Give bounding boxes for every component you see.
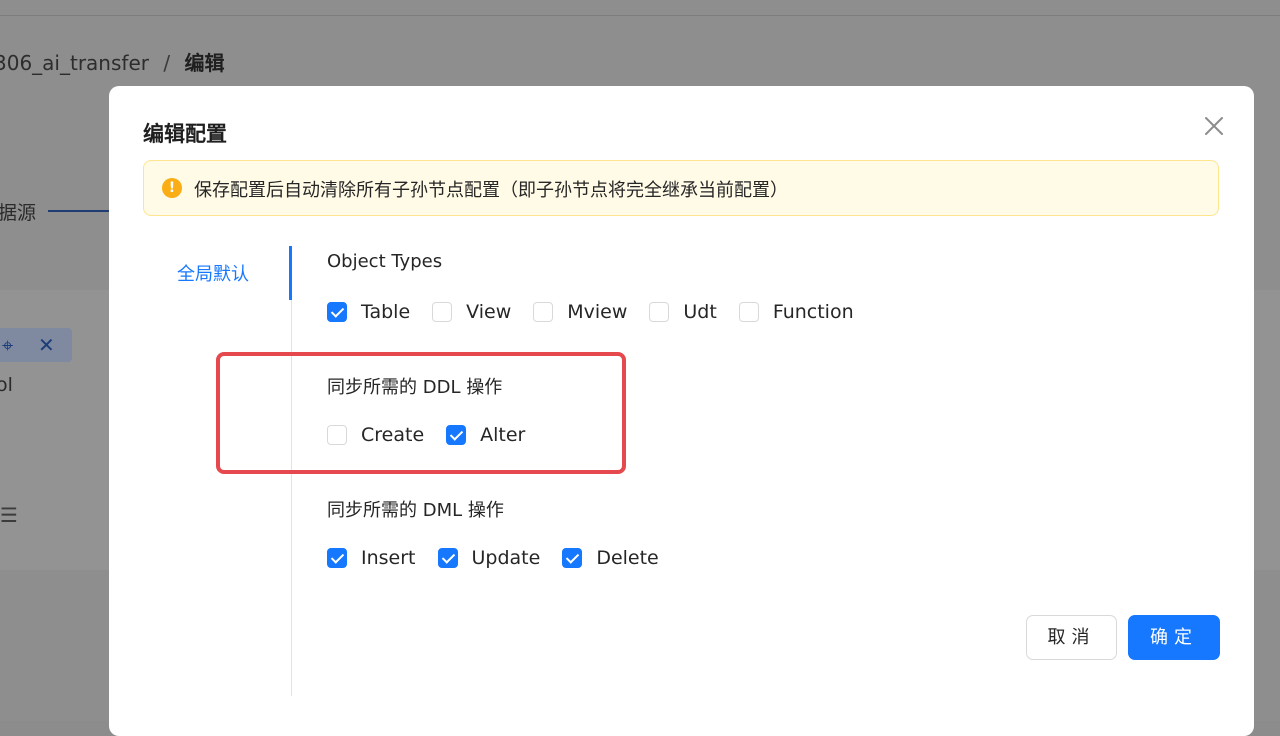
checkbox-box[interactable]	[738, 302, 759, 322]
breadcrumb-separator: /	[163, 51, 171, 75]
confirm-button[interactable]: 确定	[1128, 615, 1220, 660]
background-text: ol	[0, 374, 13, 396]
checkbox-box[interactable]	[327, 548, 347, 568]
background-tag: ⌖ ✕	[0, 328, 72, 362]
close-icon: ✕	[38, 333, 55, 357]
checkbox-insert[interactable]: Insert	[327, 547, 416, 569]
checkbox-delete[interactable]: Delete	[562, 547, 659, 569]
background-divider	[0, 15, 1280, 16]
cancel-button[interactable]: 取消	[1026, 615, 1117, 660]
breadcrumb-current: 编辑	[184, 51, 225, 75]
exclamation-icon: !	[162, 178, 182, 198]
checkbox-view[interactable]: View	[432, 301, 511, 323]
menu-icon: ☰	[0, 503, 18, 527]
modal-title: 编辑配置	[143, 122, 227, 146]
warning-alert: ! 保存配置后自动清除所有子孙节点配置（即子孙节点将完全继承当前配置）	[143, 160, 1219, 216]
object-types-group: Table View Mview Udt Function	[327, 299, 876, 325]
tab-active-indicator	[289, 246, 292, 300]
checkbox-box[interactable]	[562, 548, 583, 568]
background-tab-underline	[48, 210, 110, 212]
checkbox-update[interactable]: Update	[437, 547, 541, 569]
checkbox-label: Udt	[683, 301, 717, 323]
checkbox-box[interactable]	[327, 302, 347, 322]
breadcrumb: 306_ai_transfer / 编辑	[0, 47, 224, 76]
checkbox-box[interactable]	[649, 302, 670, 322]
highlight-annotation	[216, 352, 626, 474]
checkbox-label: Table	[361, 301, 411, 323]
close-button[interactable]	[1201, 113, 1227, 139]
object-types-title: Object Types	[327, 251, 443, 272]
checkbox-label: Update	[471, 547, 541, 569]
checkbox-box[interactable]	[432, 302, 453, 322]
checkbox-label: View	[466, 301, 512, 323]
close-icon	[1205, 117, 1223, 135]
checkbox-table[interactable]: Table	[327, 301, 410, 323]
checkbox-label: Function	[772, 301, 854, 323]
edit-config-modal: 编辑配置 ! 保存配置后自动清除所有子孙节点配置（即子孙节点将完全继承当前配置）…	[109, 86, 1254, 736]
checkbox-box[interactable]	[437, 548, 458, 568]
background-tab-label: 据源	[0, 202, 37, 224]
checkbox-function[interactable]: Function	[738, 301, 854, 323]
breadcrumb-parent[interactable]: 306_ai_transfer	[0, 51, 149, 75]
checkbox-label: Delete	[596, 547, 659, 569]
checkbox-label: Insert	[361, 547, 416, 569]
alert-text: 保存配置后自动清除所有子孙节点配置（即子孙节点将完全继承当前配置）	[194, 180, 788, 201]
checkbox-label: Mview	[567, 301, 628, 323]
dml-section-title: 同步所需的 DML 操作	[327, 500, 504, 521]
locate-icon: ⌖	[2, 333, 14, 357]
checkbox-mview[interactable]: Mview	[533, 301, 627, 323]
dml-group: Insert Update Delete	[327, 545, 681, 571]
checkbox-box[interactable]	[533, 302, 554, 322]
checkbox-udt[interactable]: Udt	[649, 301, 717, 323]
tab-global-default[interactable]: 全局默认	[177, 260, 249, 286]
